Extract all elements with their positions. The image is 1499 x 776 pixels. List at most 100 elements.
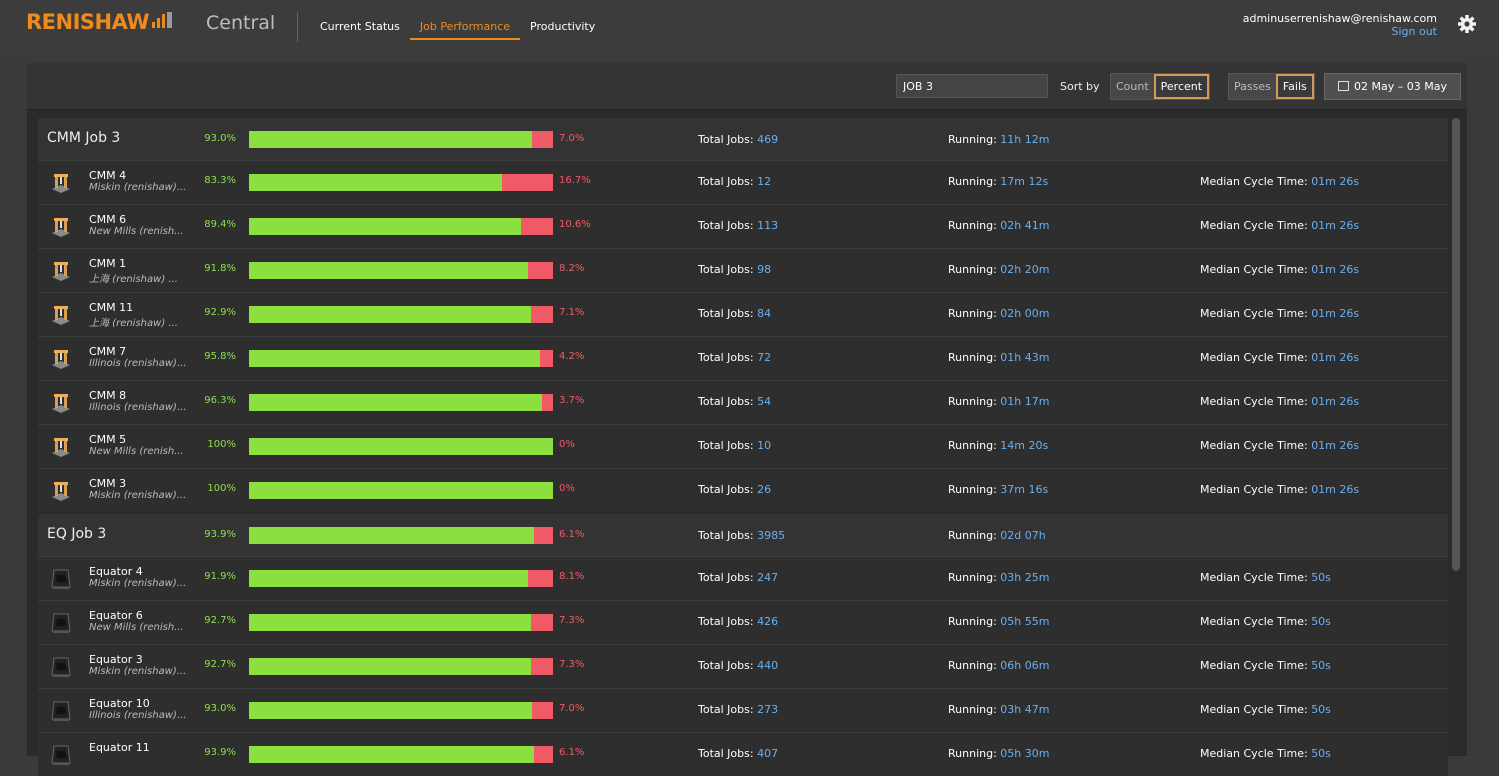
pass-percent: 96.3% xyxy=(204,395,236,406)
running-stat: Running: 06h 06m xyxy=(948,659,1049,672)
equator-machine-icon xyxy=(51,657,71,677)
running-stat: Running: 03h 25m xyxy=(948,571,1049,584)
machine-row[interactable]: CMM 3 Miskin (renishaw)... 100% 0% Total Job… xyxy=(38,469,1448,512)
running-label: Running: xyxy=(948,703,1001,716)
group-header[interactable]: EQ Job 3 93.9% 6.1% Total Jobs: 3985 Running… xyxy=(38,514,1448,557)
running-value: 03h 25m xyxy=(1000,571,1050,584)
machine-name: Equator 4 xyxy=(89,565,143,578)
median-cycle-value: 50s xyxy=(1311,703,1331,716)
calendar-icon xyxy=(1338,81,1350,91)
machine-location: 上海 (renishaw) ... xyxy=(89,274,178,285)
pass-fail-bar xyxy=(249,306,553,323)
scrollbar-thumb[interactable] xyxy=(1452,118,1460,571)
nav-current-status[interactable]: Current Status xyxy=(310,10,410,40)
pass-percent: 93.9% xyxy=(204,747,236,758)
passes-option[interactable]: Passes xyxy=(1229,74,1276,99)
total-jobs-stat: Total Jobs: 3985 xyxy=(698,529,785,542)
nav-productivity[interactable]: Productivity xyxy=(520,10,605,40)
machine-row[interactable]: Equator 11 93.9% 6.1% Total Jobs: 407 Runnin… xyxy=(38,733,1448,776)
machine-location: 上海 (renishaw) ... xyxy=(89,318,178,329)
machine-row[interactable]: CMM 6 New Mills (renish... 89.4% 10.6% Total… xyxy=(38,205,1448,249)
running-label: Running: xyxy=(948,263,1001,276)
fail-percent: 4.2% xyxy=(559,351,585,362)
running-value: 11h 12m xyxy=(1000,133,1050,146)
median-cycle-value: 01m 26s xyxy=(1311,219,1360,232)
total-jobs-stat: Total Jobs: 26 xyxy=(698,483,771,496)
fail-percent: 7.0% xyxy=(559,133,585,144)
machine-name: Equator 11 xyxy=(89,741,150,754)
machine-row[interactable]: CMM 7 Illinois (renishaw)... 95.8% 4.2% Tota… xyxy=(38,337,1448,381)
machine-row[interactable]: Equator 6 New Mills (renish... 92.7% 7.3% To… xyxy=(38,601,1448,645)
median-cycle-label: Median Cycle Time: xyxy=(1200,615,1312,628)
total-jobs-label: Total Jobs: xyxy=(698,571,758,584)
machine-row[interactable]: CMM 4 Miskin (renishaw)... 83.3% 16.7% Total… xyxy=(38,161,1448,205)
sign-out-link[interactable]: Sign out xyxy=(1243,25,1437,38)
date-range-button[interactable]: 02 May – 03 May xyxy=(1324,73,1461,100)
pass-percent: 91.9% xyxy=(204,571,236,582)
total-jobs-label: Total Jobs: xyxy=(698,175,758,188)
running-value: 02d 07h xyxy=(1000,529,1046,542)
pass-fail-bar xyxy=(249,262,553,279)
result-toggle: Passes Fails xyxy=(1228,73,1315,100)
running-stat: Running: 11h 12m xyxy=(948,133,1049,146)
machine-row[interactable]: CMM 8 Illinois (renishaw)... 96.3% 3.7% Tota… xyxy=(38,381,1448,425)
cmm-machine-icon xyxy=(52,174,70,193)
pass-percent: 92.9% xyxy=(204,307,236,318)
renishaw-logo[interactable]: RENISHAW xyxy=(26,10,173,34)
sort-by-label: Sort by xyxy=(1060,80,1100,93)
running-value: 01h 17m xyxy=(1000,395,1050,408)
fail-percent: 0% xyxy=(559,439,575,450)
machine-row[interactable]: Equator 3 Miskin (renishaw)... 92.7% 7.3% To… xyxy=(38,645,1448,689)
group-title: CMM Job 3 xyxy=(47,130,121,146)
machine-location: Illinois (renishaw)... xyxy=(89,402,187,413)
total-jobs-stat: Total Jobs: 54 xyxy=(698,395,771,408)
running-stat: Running: 17m 12s xyxy=(948,175,1048,188)
job-group: EQ Job 3 93.9% 6.1% Total Jobs: 3985 Running… xyxy=(38,514,1448,776)
median-cycle-stat: Median Cycle Time: 50s xyxy=(1200,747,1331,760)
median-cycle-stat: Median Cycle Time: 01m 26s xyxy=(1200,351,1359,364)
machine-row[interactable]: CMM 5 New Mills (renish... 100% 0% Total Job… xyxy=(38,425,1448,469)
sort-percent-option[interactable]: Percent xyxy=(1153,74,1210,99)
total-jobs-value: 469 xyxy=(757,133,779,146)
pass-fill xyxy=(249,614,531,631)
pass-percent: 93.0% xyxy=(204,133,236,144)
total-jobs-value: 54 xyxy=(757,395,772,408)
total-jobs-value: 407 xyxy=(757,747,779,760)
machine-row[interactable]: Equator 4 Miskin (renishaw)... 91.9% 8.1% To… xyxy=(38,557,1448,601)
median-cycle-label: Median Cycle Time: xyxy=(1200,483,1312,496)
fails-option[interactable]: Fails xyxy=(1275,74,1314,99)
median-cycle-label: Median Cycle Time: xyxy=(1200,263,1312,276)
fail-percent: 10.6% xyxy=(559,219,591,230)
pass-fail-bar xyxy=(249,218,553,235)
running-value: 01h 43m xyxy=(1000,351,1050,364)
total-jobs-label: Total Jobs: xyxy=(698,615,758,628)
machine-row[interactable]: CMM 11 上海 (renishaw) ... 92.9% 7.1% Total Jo… xyxy=(38,293,1448,337)
total-jobs-stat: Total Jobs: 247 xyxy=(698,571,778,584)
total-jobs-value: 3985 xyxy=(757,529,786,542)
gear-icon[interactable] xyxy=(1457,14,1477,34)
pass-fill xyxy=(249,570,529,587)
running-label: Running: xyxy=(948,529,1001,542)
total-jobs-label: Total Jobs: xyxy=(698,133,758,146)
pass-percent: 93.9% xyxy=(204,529,236,540)
group-header[interactable]: CMM Job 3 93.0% 7.0% Total Jobs: 469 Running… xyxy=(38,118,1448,161)
pass-fail-bar xyxy=(249,527,553,544)
median-cycle-label: Median Cycle Time: xyxy=(1200,175,1312,188)
running-stat: Running: 03h 47m xyxy=(948,703,1049,716)
running-label: Running: xyxy=(948,133,1001,146)
fail-percent: 16.7% xyxy=(559,175,591,186)
pass-fail-bar xyxy=(249,131,553,148)
brand-name: RENISHAW xyxy=(26,10,150,34)
running-label: Running: xyxy=(948,659,1001,672)
running-label: Running: xyxy=(948,747,1001,760)
machine-row[interactable]: Equator 10 Illinois (renishaw)... 93.0% 7.0… xyxy=(38,689,1448,733)
median-cycle-label: Median Cycle Time: xyxy=(1200,395,1312,408)
fail-percent: 8.2% xyxy=(559,263,585,274)
machine-row[interactable]: CMM 1 上海 (renishaw) ... 91.8% 8.2% Total Job… xyxy=(38,249,1448,293)
machine-name: Equator 3 xyxy=(89,653,143,666)
nav-job-performance[interactable]: Job Performance xyxy=(409,10,521,40)
job-filter-input[interactable] xyxy=(896,74,1048,98)
median-cycle-label: Median Cycle Time: xyxy=(1200,747,1312,760)
total-jobs-label: Total Jobs: xyxy=(698,747,758,760)
sort-count-option[interactable]: Count xyxy=(1111,74,1154,99)
